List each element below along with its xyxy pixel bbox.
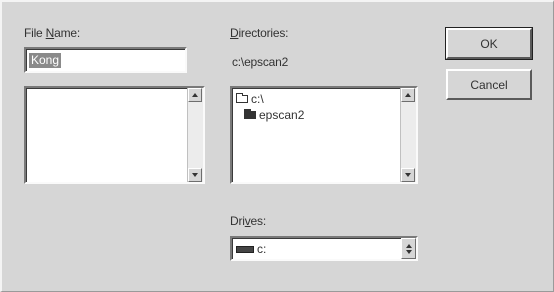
arrow-up-icon	[192, 93, 198, 97]
drives-dropdown-button[interactable]	[401, 238, 416, 259]
file-open-dialog: File Name: Kong Directories: c:\epscan2 …	[0, 0, 554, 292]
directory-item-label: c:\	[251, 92, 264, 106]
file-name-value: Kong	[29, 53, 62, 68]
file-name-input[interactable]: Kong	[24, 47, 187, 73]
directory-item-root[interactable]: c:\	[236, 92, 264, 106]
ok-button[interactable]: OK	[445, 27, 533, 60]
file-list[interactable]	[24, 86, 205, 184]
current-directory-path: c:\epscan2	[232, 55, 289, 69]
arrow-up-icon	[405, 93, 411, 97]
scroll-down-button[interactable]	[401, 168, 415, 182]
arrow-up-icon	[405, 243, 412, 248]
drives-label: Drives:	[230, 214, 266, 228]
directories-label: Directories:	[230, 26, 289, 40]
drives-select[interactable]: c:	[230, 236, 418, 261]
drives-selected-value: c:	[236, 242, 266, 256]
arrow-down-icon	[405, 249, 412, 254]
directory-tree[interactable]: c:\ epscan2	[230, 86, 418, 184]
closed-folder-icon	[244, 109, 256, 119]
directory-tree-scrollbar[interactable]	[400, 88, 416, 182]
arrow-down-icon	[405, 173, 411, 177]
open-folder-icon	[236, 93, 248, 103]
scroll-up-button[interactable]	[401, 88, 415, 102]
hard-drive-icon	[236, 245, 254, 253]
cancel-button[interactable]: Cancel	[446, 69, 532, 100]
scroll-down-button[interactable]	[188, 168, 202, 182]
directory-item-label: epscan2	[259, 108, 305, 122]
scroll-up-button[interactable]	[188, 88, 202, 102]
directory-item-epscan2[interactable]: epscan2	[244, 108, 304, 122]
drive-label: c:	[257, 242, 267, 256]
file-list-scrollbar[interactable]	[187, 88, 203, 182]
file-name-label: File Name:	[24, 26, 81, 40]
arrow-down-icon	[192, 173, 198, 177]
